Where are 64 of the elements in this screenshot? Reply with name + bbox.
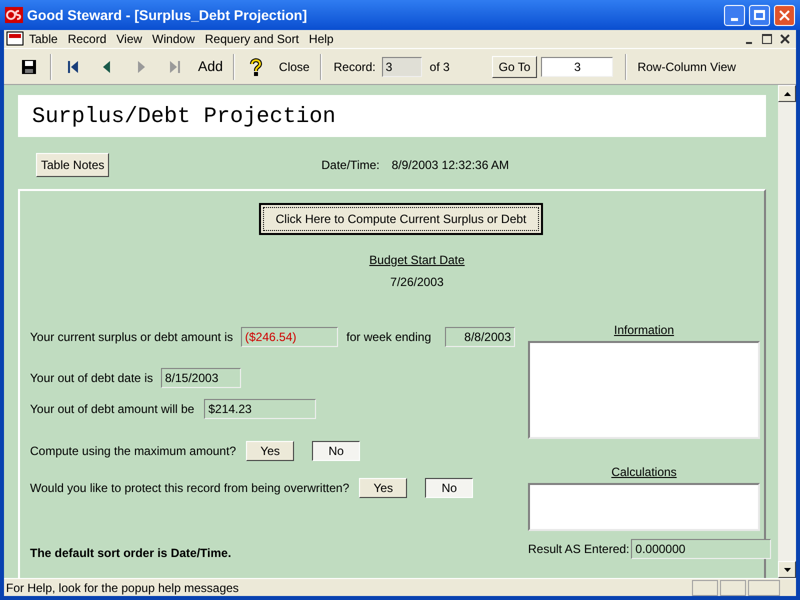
- sort-order-note: The default sort order is Date/Time.: [30, 545, 232, 562]
- menu-item[interactable]: Record: [62, 30, 112, 48]
- status-panel: [720, 580, 746, 596]
- save-icon[interactable]: [21, 58, 37, 74]
- window-title: Good Steward - [Surplus_Debt Projection]: [27, 6, 308, 25]
- information-label: Information: [614, 322, 674, 339]
- menu-item[interactable]: Requery and Sort: [200, 30, 304, 48]
- week-ending-field[interactable]: 8/8/2003: [445, 327, 515, 347]
- record-label: Record:: [334, 58, 376, 76]
- record-field[interactable]: 3: [382, 56, 422, 76]
- table-notes-button[interactable]: Table Notes: [36, 153, 110, 177]
- scroll-down-icon: [784, 568, 790, 572]
- menu-item[interactable]: View: [111, 30, 148, 48]
- calculations-box[interactable]: [528, 483, 760, 531]
- choice-button[interactable]: No: [425, 478, 474, 498]
- date-time-value: 8/9/2003 12:32:36 AM: [392, 157, 510, 174]
- debt-date-field[interactable]: 8/15/2003: [160, 368, 241, 388]
- choice-button[interactable]: Yes: [246, 441, 294, 461]
- surplus-label: Your current surplus or debt amount is: [30, 329, 233, 346]
- vertical-scrollbar[interactable]: [778, 85, 796, 578]
- date-time-label: Date/Time:: [321, 157, 380, 174]
- first-record-icon[interactable]: [67, 60, 79, 74]
- form-heading: Surplus/Debt Projection: [32, 102, 336, 130]
- choice-button[interactable]: No: [312, 441, 360, 461]
- scroll-down-button[interactable]: [778, 561, 796, 578]
- status-panel: [748, 580, 780, 596]
- close-icon: [779, 10, 790, 20]
- result-label: Result AS Entered:: [528, 541, 630, 558]
- compute-button[interactable]: Click Here to Compute Current Surplus or Debt: [259, 203, 543, 235]
- scroll-up-button[interactable]: [778, 85, 796, 102]
- question-label: Compute using the maximum amount?: [30, 443, 236, 460]
- help-icon[interactable]: [248, 58, 263, 76]
- question-label: Would you like to protect this record from being overwritten?: [30, 480, 350, 497]
- menu-item[interactable]: Window: [147, 30, 200, 48]
- document-icon: [6, 31, 24, 47]
- result-field[interactable]: 0.000000: [631, 539, 772, 559]
- status-text: For Help, look for the popup help messages: [5, 580, 240, 596]
- go-to-button[interactable]: Go To: [492, 56, 538, 78]
- week-ending-label: for week ending: [346, 329, 432, 346]
- app-logo-icon: [5, 7, 23, 23]
- scroll-up-icon: [784, 92, 790, 96]
- budget-start-label: Budget Start Date: [369, 252, 465, 269]
- budget-start-value: 7/26/2003: [390, 274, 444, 291]
- menu-item[interactable]: Help: [304, 30, 339, 48]
- toolbar-button[interactable]: Add: [192, 54, 229, 80]
- debt-amount-field[interactable]: $214.23: [204, 399, 316, 419]
- debt-date-label: Your out of debt date is: [30, 370, 153, 387]
- go-to-field[interactable]: 3: [541, 56, 614, 76]
- mdi-restore-icon[interactable]: [762, 34, 772, 44]
- surplus-field[interactable]: ($246.54): [241, 327, 338, 347]
- row-column-view-link[interactable]: Row-Column View: [637, 58, 736, 76]
- calculations-label: Calculations: [611, 464, 677, 481]
- mdi-close-icon[interactable]: [780, 34, 790, 44]
- close-button[interactable]: [774, 4, 795, 26]
- debt-amount-label: Your out of debt amount will be: [30, 401, 194, 418]
- maximize-button[interactable]: [749, 4, 770, 26]
- minimize-button[interactable]: [724, 4, 745, 26]
- previous-record-icon[interactable]: [102, 60, 112, 74]
- information-box[interactable]: [528, 341, 760, 439]
- status-panel: [692, 580, 718, 596]
- toolbar-button[interactable]: Close: [272, 54, 316, 80]
- choice-button[interactable]: Yes: [359, 478, 408, 498]
- menu-item[interactable]: Table: [24, 30, 63, 48]
- record-count: of 3: [430, 58, 450, 76]
